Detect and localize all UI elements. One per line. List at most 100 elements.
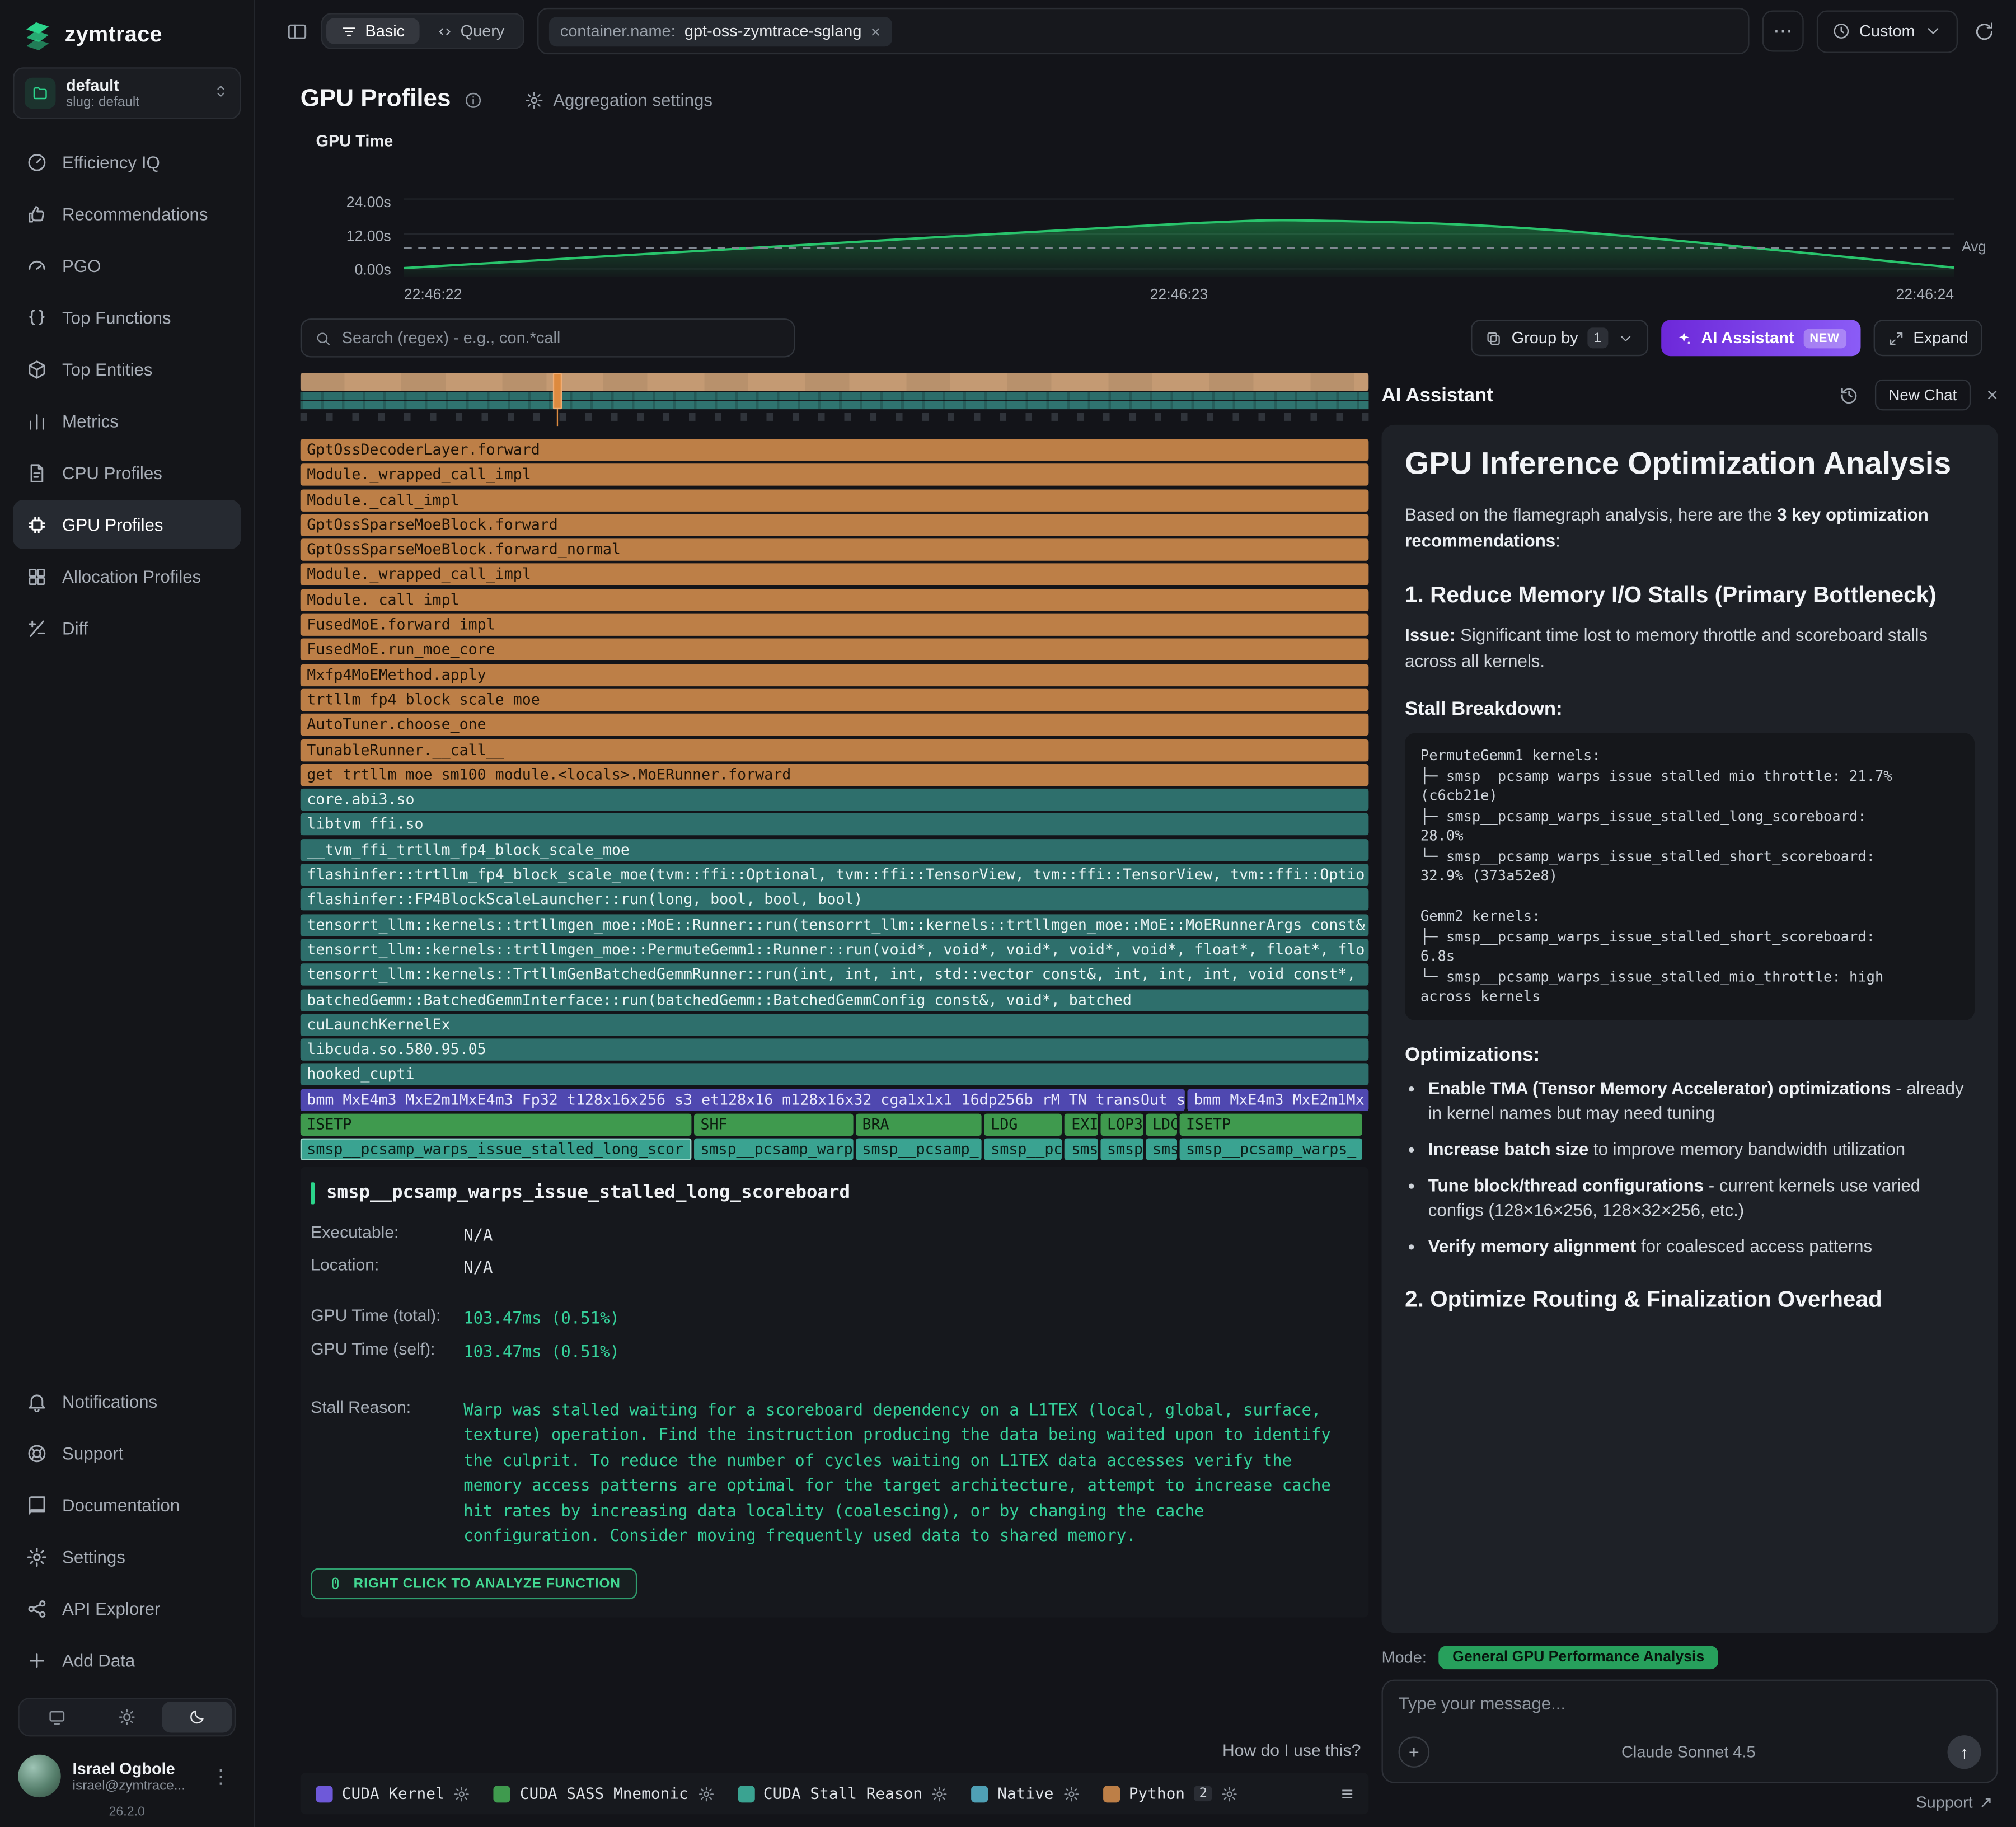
chat-input-box[interactable]: + Claude Sonnet 4.5 ↑ [1382,1680,1998,1783]
search-box[interactable] [301,318,795,357]
flame-frame[interactable]: ISETP [1179,1114,1362,1136]
flame-frame[interactable]: GptOssDecoderLayer.forward [301,439,1369,461]
flame-frame[interactable]: smsp__pcsamp_warps_ [1179,1139,1362,1160]
flame-frame[interactable]: smsp__pcsamp_warps [694,1139,853,1160]
search-input[interactable] [342,329,781,347]
flame-frame[interactable]: LDG [984,1114,1062,1136]
sidebar-item-metrics[interactable]: Metrics [13,396,241,446]
flame-frame[interactable]: hooked_cupti [301,1064,1369,1085]
flame-frame[interactable]: batchedGemm::BatchedGemmInterface::run(b… [301,989,1369,1010]
flame-frame[interactable]: flashinfer::trtllm_fp4_block_scale_moe(t… [301,864,1369,886]
brand[interactable]: zymtrace [13,16,241,68]
aggregation-settings-button[interactable]: Aggregation settings [524,90,712,110]
sidebar-item-documentation[interactable]: Documentation [13,1480,241,1529]
tab-basic[interactable]: Basic [326,18,419,44]
minimap-selection-marker[interactable] [552,373,561,409]
mode-badge[interactable]: General GPU Performance Analysis [1438,1646,1719,1669]
sidebar-item-support[interactable]: Support [13,1428,241,1478]
flame-frame[interactable]: libtvm_ffi.so [301,814,1369,836]
group-by-button[interactable]: Group by 1 [1471,320,1648,356]
filter-bar[interactable]: container.name: gpt-oss-zymtrace-sglang … [537,8,1749,54]
sidebar-item-allocation-profiles[interactable]: Allocation Profiles [13,552,241,601]
flame-frame[interactable]: bmm_MxE4m3_MxE2m1MxE4m3_Fp32_t128x16x256… [301,1089,1185,1111]
filter-chip[interactable]: container.name: gpt-oss-zymtrace-sglang … [548,16,892,46]
sidebar-item-recommendations[interactable]: Recommendations [13,189,241,238]
support-link[interactable]: Support ↗ [1382,1783,1998,1815]
flame-frame[interactable]: ISETP [301,1114,692,1136]
sidebar-item-top-functions[interactable]: Top Functions [13,293,241,342]
flame-frame[interactable]: GptOssSparseMoeBlock.forward_normal [301,539,1369,561]
flame-frame[interactable]: libcuda.so.580.95.05 [301,1039,1369,1061]
theme-light-button[interactable] [92,1702,162,1733]
sidebar-toggle-icon[interactable] [286,20,308,42]
legend-gear-button[interactable] [931,1785,948,1802]
flame-frame[interactable]: trtllm_fp4_block_scale_moe [301,689,1369,711]
refresh-button[interactable] [1971,17,1998,45]
flame-frame[interactable]: smsp [1100,1139,1143,1160]
flame-frame[interactable]: tensorrt_llm::kernels::TrtllmGenBatchedG… [301,964,1369,986]
sidebar-item-gpu-profiles[interactable]: GPU Profiles [13,500,241,549]
flame-frame[interactable]: flashinfer::FP4BlockScaleLauncher::run(l… [301,889,1369,911]
attach-button[interactable]: + [1399,1736,1430,1768]
time-range-selector[interactable]: Custom [1817,10,1958,52]
flame-frame[interactable]: TunableRunner.__call__ [301,739,1369,761]
flame-frame[interactable]: smsp [1146,1139,1176,1160]
sidebar-item-cpu-profiles[interactable]: CPU Profiles [13,448,241,497]
flame-frame[interactable]: BRA [856,1114,982,1136]
legend-gear-button[interactable] [454,1785,471,1802]
workspace-selector[interactable]: default slug: default [13,67,241,119]
flame-frame[interactable]: __tvm_ffi_trtllm_fp4_block_scale_moe [301,839,1369,861]
analyze-function-button[interactable]: RIGHT CLICK TO ANALYZE FUNCTION [311,1568,637,1600]
flame-frame[interactable]: Mxfp4MoEMethod.apply [301,664,1369,686]
flame-frame[interactable]: Module._wrapped_call_impl [301,464,1369,486]
tab-query[interactable]: Query [421,18,519,44]
expand-button[interactable]: Expand [1873,320,1982,356]
flame-frame[interactable]: cuLaunchKernelEx [301,1014,1369,1036]
history-icon[interactable] [1838,385,1859,405]
flame-frame[interactable]: LDC [1146,1114,1176,1136]
flame-frame[interactable]: smsp__pcsamp_ [856,1139,982,1160]
flame-frame[interactable]: tensorrt_llm::kernels::trtllmgen_moe::Pe… [301,939,1369,961]
flame-frame[interactable]: bmm_MxE4m3_MxE2m1Mx [1188,1089,1368,1111]
sidebar-item-pgo[interactable]: PGO [13,241,241,290]
flame-frame[interactable]: EXIT [1065,1114,1098,1136]
flame-frame[interactable]: tensorrt_llm::kernels::trtllmgen_moe::Mo… [301,913,1369,935]
flame-frame[interactable]: Module._call_impl [301,489,1369,511]
sidebar-item-efficiency-iq[interactable]: Efficiency IQ [13,137,241,186]
sidebar-item-top-entities[interactable]: Top Entities [13,344,241,393]
flame-frame[interactable]: SHF [694,1114,853,1136]
theme-system-button[interactable] [22,1702,92,1733]
sidebar-item-api-explorer[interactable]: API Explorer [13,1584,241,1633]
theme-dark-button[interactable] [162,1702,232,1733]
send-button[interactable]: ↑ [1948,1735,1981,1769]
flame-frame[interactable]: get_trtllm_moe_sm100_module.<locals>.MoE… [301,764,1369,786]
flame-frame[interactable]: Module._wrapped_call_impl [301,564,1369,585]
flame-frame[interactable]: smsp__pcsamp_warps_issue_stalled_long_sc… [301,1139,692,1160]
sidebar-item-notifications[interactable]: Notifications [13,1376,241,1426]
legend-gear-button[interactable] [1222,1785,1239,1802]
help-link[interactable]: How do I use this? [1222,1740,1361,1760]
ai-assistant-button[interactable]: AI Assistant NEW [1661,320,1860,356]
user-profile[interactable]: Israel Ogbole israel@zymtrace... ⋮ [13,1744,241,1802]
flame-frame[interactable]: smsp__pc [984,1139,1062,1160]
more-options-button[interactable]: ⋯ [1762,11,1803,52]
kebab-menu-icon[interactable]: ⋮ [206,1764,236,1788]
legend-gear-button[interactable] [697,1785,714,1802]
legend-menu-icon[interactable]: ≡ [1342,1782,1353,1805]
flame-frame[interactable]: core.abi3.so [301,789,1369,811]
sidebar-item-settings[interactable]: Settings [13,1532,241,1581]
sidebar-item-diff[interactable]: Diff [13,603,241,653]
flame-frame[interactable]: Module._call_impl [301,589,1369,611]
flame-frame[interactable]: GptOssSparseMoeBlock.forward [301,514,1369,536]
new-chat-button[interactable]: New Chat [1874,380,1971,411]
remove-filter-icon[interactable]: × [871,21,881,41]
legend-gear-button[interactable] [1063,1785,1080,1802]
flamegraph-minimap[interactable] [301,373,1369,421]
flame-frame[interactable]: LOP3 [1100,1114,1143,1136]
flame-frame[interactable]: smsp [1065,1139,1098,1160]
info-icon[interactable] [464,90,484,110]
flame-frame[interactable]: FusedMoE.forward_impl [301,614,1369,636]
flame-frame[interactable]: AutoTuner.choose_one [301,714,1369,736]
flame-frame[interactable]: FusedMoE.run_moe_core [301,639,1369,660]
close-icon[interactable]: × [1986,384,1998,406]
